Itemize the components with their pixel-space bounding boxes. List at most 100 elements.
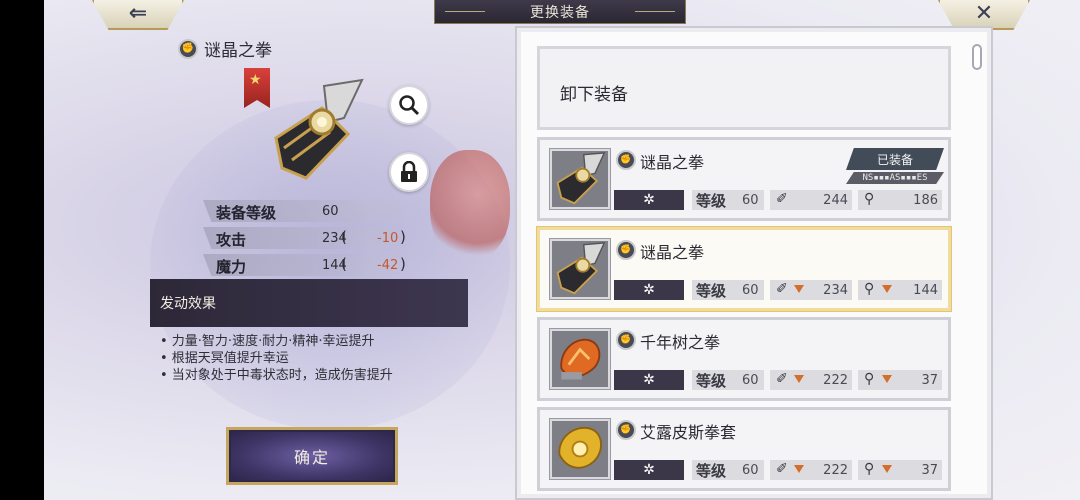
attack-cell: ✐ 222 — [770, 370, 852, 390]
arrow-down-icon — [794, 375, 804, 383]
stat-row-level: 装备等级 60 — [203, 200, 413, 222]
level-cell: 等级 60 — [692, 280, 764, 300]
equipment-card[interactable]: ✊ 千年树之拳 ✲ 等级 60 ✐ 222 ⚲ 37 — [537, 317, 951, 401]
arrow-down-icon — [882, 285, 892, 293]
stat-row-attack: 攻击 234 ( -10 ) — [203, 227, 413, 249]
paren-open: ( — [341, 228, 347, 246]
fist-type-icon: ✊ — [616, 240, 636, 260]
page-title: 更换装备 — [530, 4, 590, 21]
fist-type-icon: ✊ — [616, 420, 636, 440]
wand-icon: ⚲ — [864, 371, 875, 387]
attack-value: 222 — [823, 373, 848, 388]
equipment-name: 千年树之拳 — [640, 333, 721, 352]
stat-label: 攻击 — [216, 231, 247, 249]
magic-cell: ⚲ 37 — [858, 460, 942, 480]
level-cell: 等级 60 — [692, 190, 764, 210]
attack-value: 244 — [823, 193, 848, 208]
level-label: 等级 — [696, 192, 727, 210]
stat-label: 装备等级 — [216, 204, 277, 222]
stat-row-magic: 魔力 144 ( -42 ) — [203, 254, 413, 276]
equipment-thumbnail — [550, 419, 610, 479]
magic-value: 144 — [913, 283, 938, 298]
item-title: ✊ 谜晶之拳 — [178, 36, 272, 61]
equipment-name: 艾露皮斯拳套 — [640, 423, 737, 442]
magic-cell: ⚲ 186 — [858, 190, 942, 210]
game-screen: ⇐ ✕ 更换装备 ✊ 谜晶之拳 装备等级 60 攻击 234 ( -10 ) 魔… — [0, 0, 1080, 500]
sparkle-icon: ✲ — [614, 370, 684, 390]
arrow-left-icon: ⇐ — [128, 1, 148, 26]
level-value: 60 — [742, 373, 759, 388]
arrow-down-icon — [882, 465, 892, 473]
level-value: 60 — [742, 463, 759, 478]
attack-cell: ✐ 244 — [770, 190, 852, 210]
equipped-tag-text: NS▪▪▪AS▪▪▪ES — [862, 173, 928, 183]
equipment-card[interactable]: ✊ 谜晶之拳 ✲ 等级 60 ✐ 234 ⚲ 144 — [537, 227, 951, 311]
wand-icon: ⚲ — [864, 281, 875, 297]
sword-icon: ✐ — [776, 191, 788, 207]
level-cell: 等级 60 — [692, 460, 764, 480]
list-scrollbar[interactable] — [972, 44, 982, 70]
equipment-stats: ✲ 等级 60 ✐ 244 ⚲ 186 — [614, 190, 942, 212]
level-label: 等级 — [696, 372, 727, 390]
wand-icon: ⚲ — [864, 191, 875, 207]
arrow-down-icon — [794, 465, 804, 473]
level-label: 等级 — [696, 462, 727, 480]
arrow-down-icon — [794, 285, 804, 293]
sparkle-icon: ✲ — [614, 190, 684, 210]
equipment-card[interactable]: ✊ 艾露皮斯拳套 ✲ 等级 60 ✐ 222 ⚲ 37 — [537, 407, 951, 491]
equipment-thumbnail — [550, 149, 610, 209]
close-icon: ✕ — [974, 1, 994, 26]
equipment-thumbnail — [550, 239, 610, 299]
stat-delta: -10 — [377, 231, 399, 246]
level-cell: 等级 60 — [692, 370, 764, 390]
stat-value: 60 — [322, 204, 339, 219]
confirm-button[interactable]: 确定 — [226, 427, 398, 485]
equipped-badge: 已装备 — [846, 148, 944, 170]
effect-item: • 根据天冥值提升幸运 — [160, 351, 289, 366]
unequip-button[interactable]: 卸下装备 — [537, 46, 951, 130]
equipment-stats: ✲ 等级 60 ✐ 222 ⚲ 37 — [614, 370, 942, 392]
paren-close: ) — [400, 255, 406, 273]
confirm-label: 确定 — [293, 448, 330, 467]
level-value: 60 — [742, 193, 759, 208]
magic-value: 186 — [913, 193, 938, 208]
effect-title: 发动效果 — [160, 296, 216, 312]
item-name: 谜晶之拳 — [204, 41, 272, 61]
gauntlet-item-icon — [274, 78, 364, 180]
arrow-down-icon — [882, 375, 892, 383]
sword-icon: ✐ — [776, 461, 788, 477]
fist-type-icon: ✊ — [616, 330, 636, 350]
search-button[interactable] — [389, 85, 429, 125]
attack-value: 222 — [823, 463, 848, 478]
wand-icon: ⚲ — [864, 461, 875, 477]
paren-open: ( — [341, 255, 347, 273]
attack-value: 234 — [823, 283, 848, 298]
lock-icon — [401, 161, 417, 182]
fist-type-icon: ✊ — [178, 38, 198, 59]
equipment-stats: ✲ 等级 60 ✐ 234 ⚲ 144 — [614, 280, 942, 302]
effect-list: • 力量·智力·速度·耐力·精神·幸运提升 • 根据天冥值提升幸运 • 当对象处… — [160, 333, 393, 384]
equipment-name: 谜晶之拳 — [640, 153, 705, 172]
stat-label: 魔力 — [216, 258, 247, 276]
equipment-card[interactable]: ✊ 谜晶之拳 已装备 NS▪▪▪AS▪▪▪ES ✲ 等级 60 ✐ 244 ⚲ 186 — [537, 137, 951, 221]
sparkle-icon: ✲ — [614, 280, 684, 300]
attack-cell: ✐ 222 — [770, 460, 852, 480]
attack-cell: ✐ 234 — [770, 280, 852, 300]
magic-cell: ⚲ 37 — [858, 370, 942, 390]
search-icon — [399, 95, 420, 116]
sparkle-icon: ✲ — [614, 460, 684, 480]
paren-close: ) — [400, 228, 406, 246]
sword-icon: ✐ — [776, 371, 788, 387]
fist-type-icon: ✊ — [616, 150, 636, 170]
unequip-label: 卸下装备 — [560, 85, 628, 105]
effect-item: • 力量·智力·速度·耐力·精神·幸运提升 — [160, 334, 375, 349]
left-black-bar — [0, 0, 44, 500]
level-value: 60 — [742, 283, 759, 298]
magic-cell: ⚲ 144 — [858, 280, 942, 300]
stat-delta: -42 — [377, 258, 399, 273]
title-bar: 更换装备 — [434, 0, 686, 24]
equipment-thumbnail — [550, 329, 610, 389]
magic-value: 37 — [921, 463, 938, 478]
lock-button[interactable] — [389, 152, 429, 192]
equipped-tag: NS▪▪▪AS▪▪▪ES — [846, 172, 944, 184]
